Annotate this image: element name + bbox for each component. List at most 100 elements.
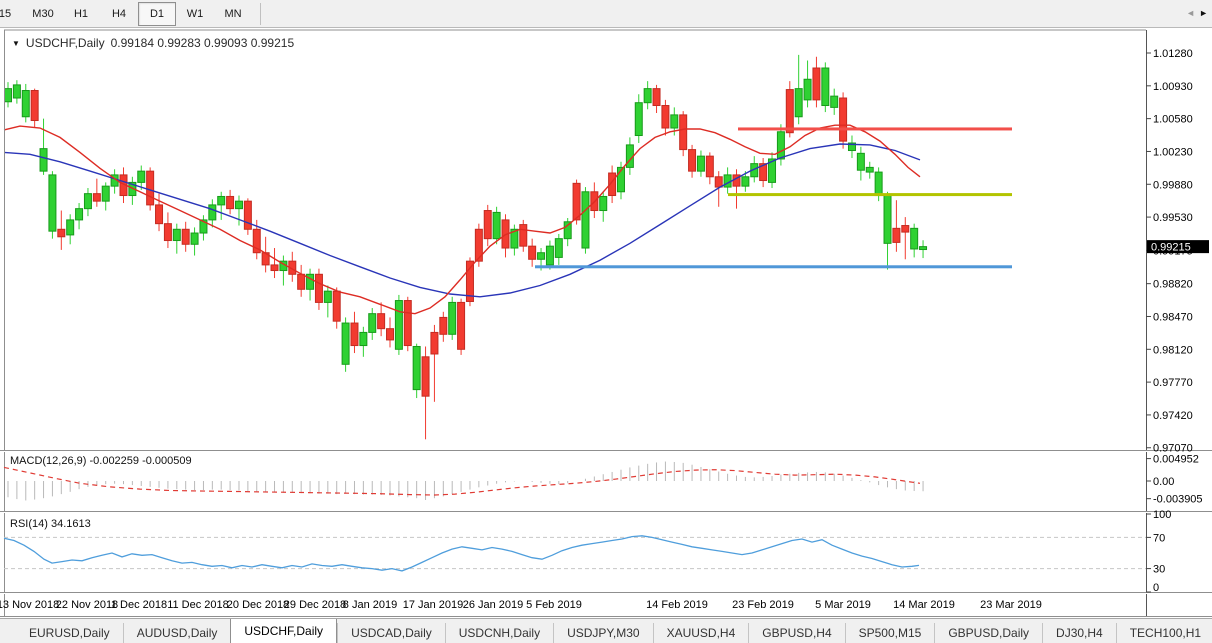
rsi-axis-label: 0 — [1153, 582, 1159, 594]
candle-body — [680, 115, 687, 150]
date-axis-label: 22 Nov 2018 — [56, 599, 118, 611]
candle-body — [218, 196, 225, 204]
candle-body — [31, 91, 38, 121]
candle-body — [138, 171, 145, 182]
candle-body — [697, 156, 704, 171]
candle-body — [573, 183, 580, 220]
candle-body — [529, 246, 536, 259]
symbol-tab-DJ30[interactable]: DJ30,H4 — [1042, 623, 1116, 643]
trading-terminal-window: { "toolbar": { "timeframes": [ {"label":… — [0, 0, 1212, 643]
candle-body — [920, 247, 927, 250]
timeframe-button-W1[interactable]: W1 — [176, 2, 214, 26]
candle-body — [786, 90, 793, 133]
candle-body — [866, 167, 873, 172]
date-axis-label: 13 Nov 2018 — [0, 599, 59, 611]
symbol-tab-TECH100[interactable]: TECH100,H1 — [1116, 623, 1212, 643]
symbol-tab-USDCAD[interactable]: USDCAD,Daily — [337, 623, 445, 643]
price-axis-label: 0.99880 — [1153, 179, 1193, 191]
chart-canvas[interactable]: 1.012801.009301.005801.002300.998800.995… — [0, 28, 1212, 618]
price-axis-label: 1.00230 — [1153, 146, 1193, 158]
tab-scroll-left-icon[interactable]: ◄ — [1186, 8, 1195, 18]
support-line-blue — [535, 265, 1012, 268]
symbol-tab-AUDUSD[interactable]: AUDUSD,Daily — [123, 623, 231, 643]
macd-axis-label: 0.004952 — [1153, 454, 1199, 466]
candle-body — [395, 301, 402, 350]
chart-dropdown-icon[interactable]: ▼ — [12, 39, 20, 48]
candle-body — [689, 150, 696, 172]
date-axis-label: 11 Dec 2018 — [167, 599, 229, 611]
symbol-tab-USDCHF[interactable]: USDCHF,Daily — [230, 618, 337, 643]
candle-body — [635, 103, 642, 136]
rsi-line — [4, 536, 919, 571]
chart-ohlc-values: 0.99184 0.99283 0.99093 0.99215 — [111, 36, 295, 50]
candle-body — [822, 68, 829, 106]
candle-body — [911, 228, 918, 249]
price-axis-label: 1.01280 — [1153, 48, 1193, 60]
rsi-axis-label: 30 — [1153, 564, 1165, 576]
symbol-tab-GBPUSD[interactable]: GBPUSD,Daily — [934, 623, 1042, 643]
candle-body — [404, 301, 411, 346]
timeframe-button-D1[interactable]: D1 — [138, 2, 176, 26]
timeframe-button-MN[interactable]: MN — [214, 2, 252, 26]
symbol-tab-EURUSD[interactable]: EURUSD,Daily — [16, 623, 123, 643]
candle-body — [706, 156, 713, 177]
symbol-tab-USDJPY[interactable]: USDJPY,M30 — [553, 623, 652, 643]
candle-body — [493, 212, 500, 238]
candle-body — [538, 253, 545, 260]
symbol-tabbar: EURUSD,DailyAUDUSD,DailyUSDCHF,DailyUSDC… — [0, 618, 1212, 643]
symbol-tabs: EURUSD,DailyAUDUSD,DailyUSDCHF,DailyUSDC… — [16, 618, 1212, 643]
timeframe-button-15[interactable]: 15 — [0, 2, 24, 26]
symbol-tab-XAUUSD[interactable]: XAUUSD,H4 — [653, 623, 749, 643]
candle-body — [582, 192, 589, 248]
candle-body — [449, 302, 456, 334]
symbol-tab-GBPUSD[interactable]: GBPUSD,H4 — [748, 623, 844, 643]
candle-body — [804, 79, 811, 100]
timeframe-button-M30[interactable]: M30 — [24, 2, 62, 26]
date-axis-label: 20 Dec 2018 — [227, 599, 289, 611]
candle-body — [209, 205, 216, 220]
macd-axis-label: -0.003905 — [1153, 494, 1203, 506]
rsi-value: 34.1613 — [51, 518, 91, 530]
candle-body — [653, 89, 660, 106]
timeframe-buttons: 15M30H1H4D1W1MN — [0, 2, 252, 26]
candle-body — [484, 211, 491, 239]
candle-body — [378, 314, 385, 329]
price-axis-label: 0.98820 — [1153, 279, 1193, 291]
rsi-axis-label: 100 — [1153, 509, 1171, 521]
date-axis-label: 5 Mar 2019 — [815, 599, 871, 611]
symbol-tab-SP500[interactable]: SP500,M15 — [845, 623, 935, 643]
candle-body — [84, 194, 91, 209]
candle-body — [182, 229, 189, 244]
tab-scroll-controls: ◄ ► — [1174, 1, 1212, 25]
candle-body — [5, 89, 12, 102]
candle-body — [191, 233, 198, 244]
candle-body — [893, 228, 900, 242]
candle-body — [342, 323, 349, 364]
timeframe-button-H1[interactable]: H1 — [62, 2, 100, 26]
date-axis-label: 23 Mar 2019 — [980, 599, 1042, 611]
date-axis-label: 8 Jan 2019 — [343, 599, 397, 611]
candle-body — [102, 186, 109, 201]
candle-body — [840, 98, 847, 141]
candle-body — [315, 274, 322, 302]
toolbar-separator — [260, 3, 261, 25]
current-price-text: 0.99215 — [1151, 242, 1191, 254]
candle-body — [58, 229, 65, 237]
tab-scroll-right-icon[interactable]: ► — [1199, 8, 1208, 18]
date-axis-label: 26 Jan 2019 — [463, 599, 524, 611]
symbol-tab-USDCNH[interactable]: USDCNH,Daily — [445, 623, 553, 643]
candle-body — [93, 194, 100, 202]
price-axis-label: 0.97420 — [1153, 410, 1193, 422]
resistance-line-yellow — [728, 193, 1012, 196]
timeframe-button-H4[interactable]: H4 — [100, 2, 138, 26]
candle-body — [440, 317, 447, 334]
candle-body — [520, 225, 527, 247]
candle-body — [227, 196, 234, 208]
price-axis-label: 0.98470 — [1153, 311, 1193, 323]
timeframe-toolbar: 15M30H1H4D1W1MN — [0, 0, 1212, 28]
candle-body — [458, 302, 465, 349]
candle-body — [40, 149, 47, 172]
candle-body — [173, 229, 180, 240]
candle-body — [387, 329, 394, 340]
price-axis-label: 1.00930 — [1153, 81, 1193, 93]
